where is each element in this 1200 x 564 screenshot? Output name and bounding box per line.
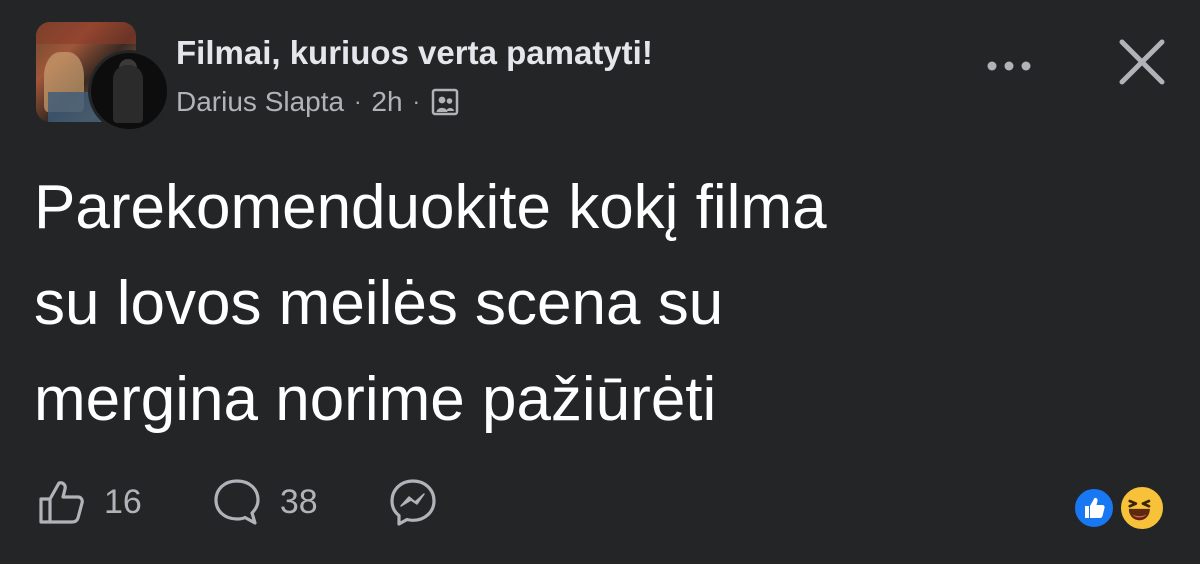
more-options-icon[interactable] [984, 56, 1034, 76]
share-messenger-button[interactable] [388, 477, 438, 527]
like-button[interactable]: 16 [36, 477, 142, 527]
avatar-figure-body [113, 65, 143, 123]
post-meta: Darius Slapta · 2h · [176, 86, 460, 118]
group-audience-icon [431, 88, 459, 116]
post-header: Filmai, kuriuos verta pamatyti! Darius S… [36, 22, 1166, 132]
messenger-icon [390, 479, 436, 526]
like-count: 16 [104, 482, 142, 521]
close-icon[interactable] [1114, 34, 1170, 90]
haha-reaction-icon [1118, 484, 1166, 532]
comment-button[interactable]: 38 [212, 477, 318, 527]
meta-separator: · [354, 89, 362, 114]
group-name[interactable]: Filmai, kuriuos verta pamatyti! [176, 34, 653, 72]
avatar-scene-top [36, 22, 136, 44]
reaction-summary[interactable] [1072, 484, 1172, 532]
thumbs-up-icon [39, 481, 84, 524]
comment-count: 38 [279, 482, 318, 521]
post-actions: 16 38 [36, 470, 508, 534]
post-time[interactable]: 2h [371, 86, 402, 118]
like-reaction-icon [1072, 486, 1116, 530]
comment-icon [214, 479, 260, 525]
author-name[interactable]: Darius Slapta [176, 86, 344, 118]
meta-separator: · [412, 89, 420, 114]
post-body-text: Parekomenduokite kokį filma su lovos mei… [34, 173, 827, 434]
author-avatar[interactable] [88, 50, 170, 132]
